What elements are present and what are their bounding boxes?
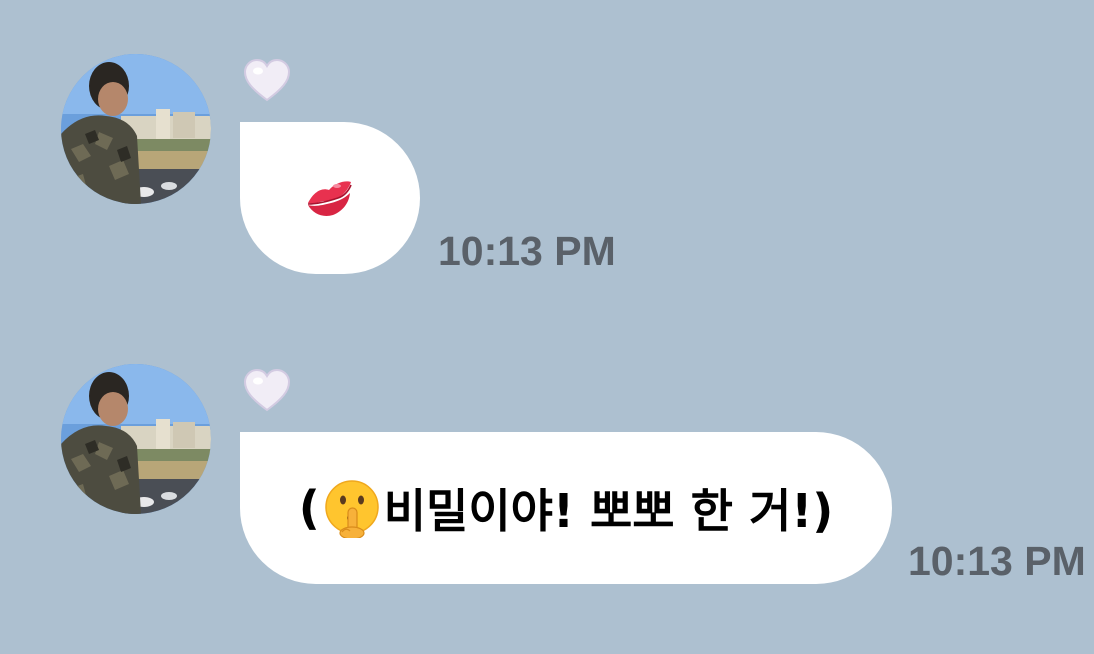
message-row: ( 비밀이야! 뽀뽀 한 거!) 10:13 PM bbox=[0, 364, 1094, 604]
shushing-face-icon bbox=[324, 480, 379, 538]
white-heart-icon[interactable] bbox=[242, 56, 292, 106]
message-bubble[interactable] bbox=[240, 122, 420, 274]
kiss-mark-icon bbox=[307, 181, 352, 216]
message-text: 비밀이야! 뽀뽀 한 거!) bbox=[383, 484, 834, 538]
avatar[interactable] bbox=[61, 364, 211, 514]
white-heart-icon[interactable] bbox=[242, 366, 292, 416]
message-row: 10:13 PM bbox=[0, 54, 1094, 294]
avatar[interactable] bbox=[61, 54, 211, 204]
message-bubble[interactable]: ( 비밀이야! 뽀뽀 한 거!) bbox=[240, 432, 892, 584]
timestamp: 10:13 PM bbox=[908, 538, 1086, 584]
message-text-open: ( bbox=[298, 481, 320, 535]
timestamp: 10:13 PM bbox=[438, 228, 616, 274]
